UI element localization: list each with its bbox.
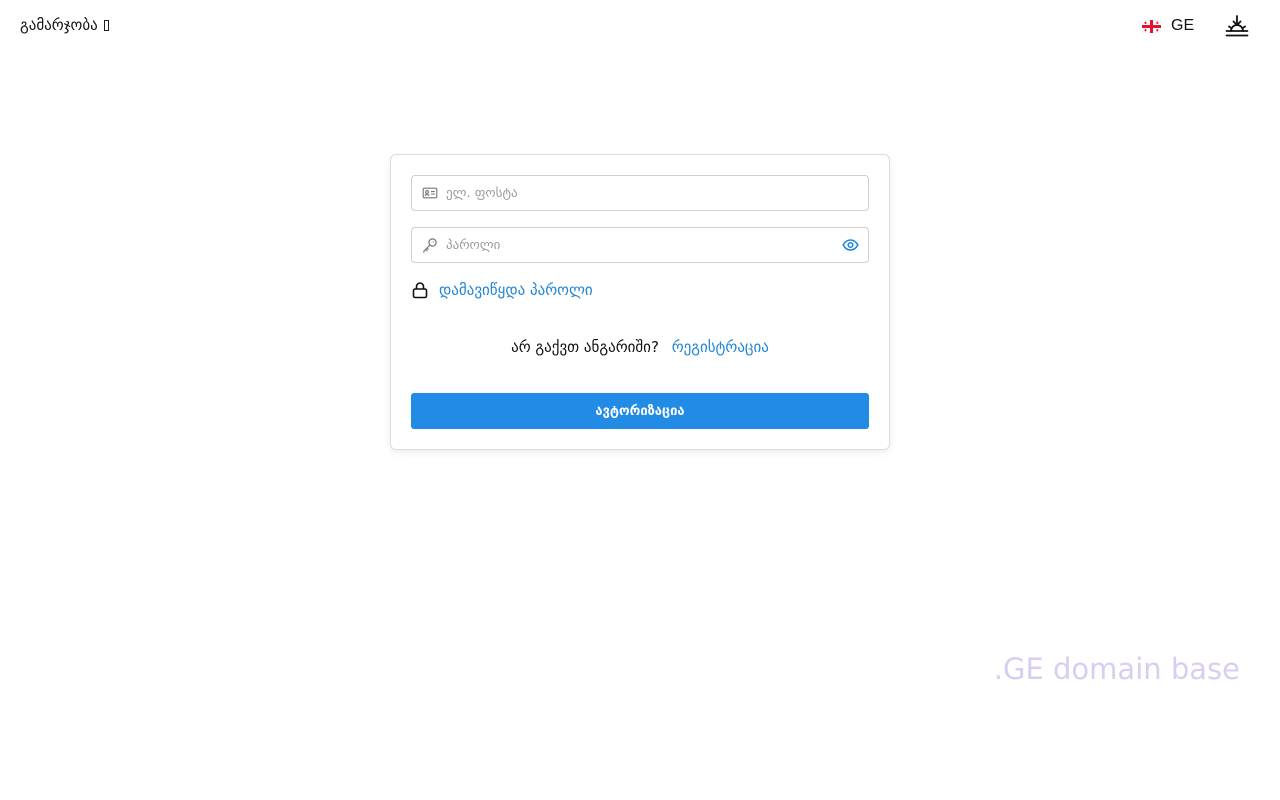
missing-glyph-icon xyxy=(103,19,109,31)
login-card: დამავიწყდა პაროლი არ გაქვთ ანგარიში? რეგ… xyxy=(390,154,890,450)
watermark: .GE domain base xyxy=(993,652,1240,686)
email-field xyxy=(411,175,869,211)
page: გამარჯობა GE ელ. ფოსტა დამავიწყდა პაროლი… xyxy=(0,0,1280,800)
greeting: გამარჯობა xyxy=(20,16,109,34)
eye-icon[interactable] xyxy=(842,237,859,253)
language-code: GE xyxy=(1171,17,1195,34)
register-link[interactable]: რეგისტრაცია xyxy=(672,338,769,356)
greeting-text: გამარჯობა xyxy=(20,16,98,34)
language-switcher[interactable]: GE xyxy=(1142,17,1194,35)
georgia-flag-icon xyxy=(1142,19,1161,33)
id-card-icon xyxy=(422,187,438,199)
sunset-download-icon[interactable] xyxy=(1225,14,1249,38)
password-field xyxy=(411,227,869,263)
register-row: არ გაქვთ ანგარიში? რეგისტრაცია xyxy=(391,338,889,356)
key-icon xyxy=(423,238,437,253)
lock-icon xyxy=(412,282,428,299)
forgot-password-link[interactable]: დამავიწყდა პაროლი xyxy=(439,281,593,299)
no-account-text: არ გაქვთ ანგარიში? xyxy=(511,338,659,356)
forgot-password-row: დამავიწყდა პაროლი xyxy=(411,281,593,299)
email-input[interactable] xyxy=(446,176,826,210)
password-input[interactable] xyxy=(446,228,826,262)
login-button[interactable]: ავტორიზაცია xyxy=(411,393,869,429)
